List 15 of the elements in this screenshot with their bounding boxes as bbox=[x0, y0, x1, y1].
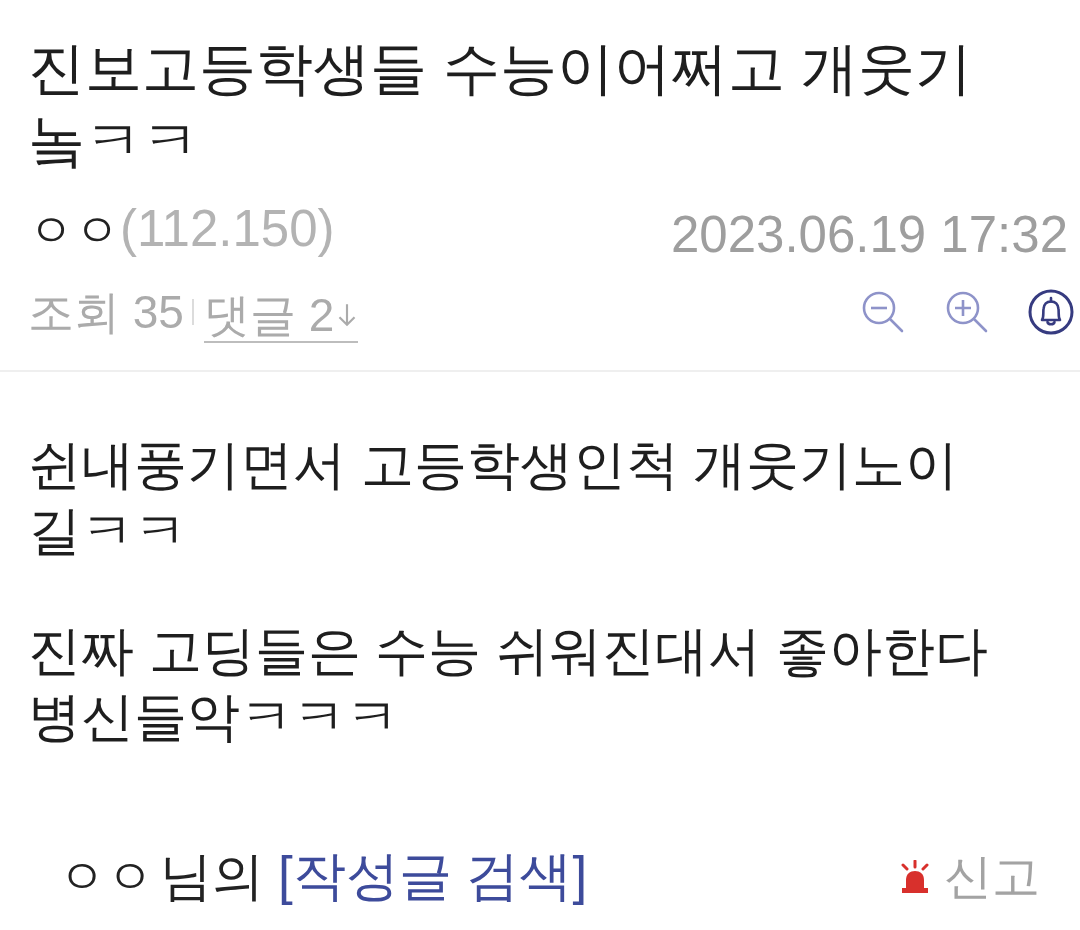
author-name: ㅇㅇ bbox=[58, 849, 154, 905]
search-posts-link[interactable]: [작성글 검색] bbox=[278, 841, 588, 913]
ip-address: (112.150) bbox=[120, 200, 335, 257]
zoom-in-icon[interactable] bbox=[944, 289, 990, 335]
post-title: 진보고등학생들 수능이어쩌고 개웃기놐ㅋㅋ bbox=[28, 35, 973, 174]
view-count: 조회 35 bbox=[28, 285, 184, 340]
report-button[interactable]: 신고 bbox=[898, 845, 1040, 909]
body-paragraph: 진짜 고딩들은 수능 쉬워진대서 좋아한다 병신들악ㅋㅋㅋ bbox=[28, 620, 989, 748]
author-suffix: 님의 bbox=[160, 846, 264, 907]
comment-link[interactable]: 댓글 2 bbox=[203, 289, 359, 343]
post-date: 2023.06.19 17:32 bbox=[670, 207, 1068, 263]
zoom-out-icon[interactable] bbox=[860, 289, 906, 335]
author-name: ㅇㅇ bbox=[28, 204, 120, 256]
body-paragraph: 쉰내풍기면서 고등학생인척 개웃기노이길ㅋㅋ bbox=[28, 434, 960, 562]
bell-icon[interactable] bbox=[1028, 289, 1074, 335]
